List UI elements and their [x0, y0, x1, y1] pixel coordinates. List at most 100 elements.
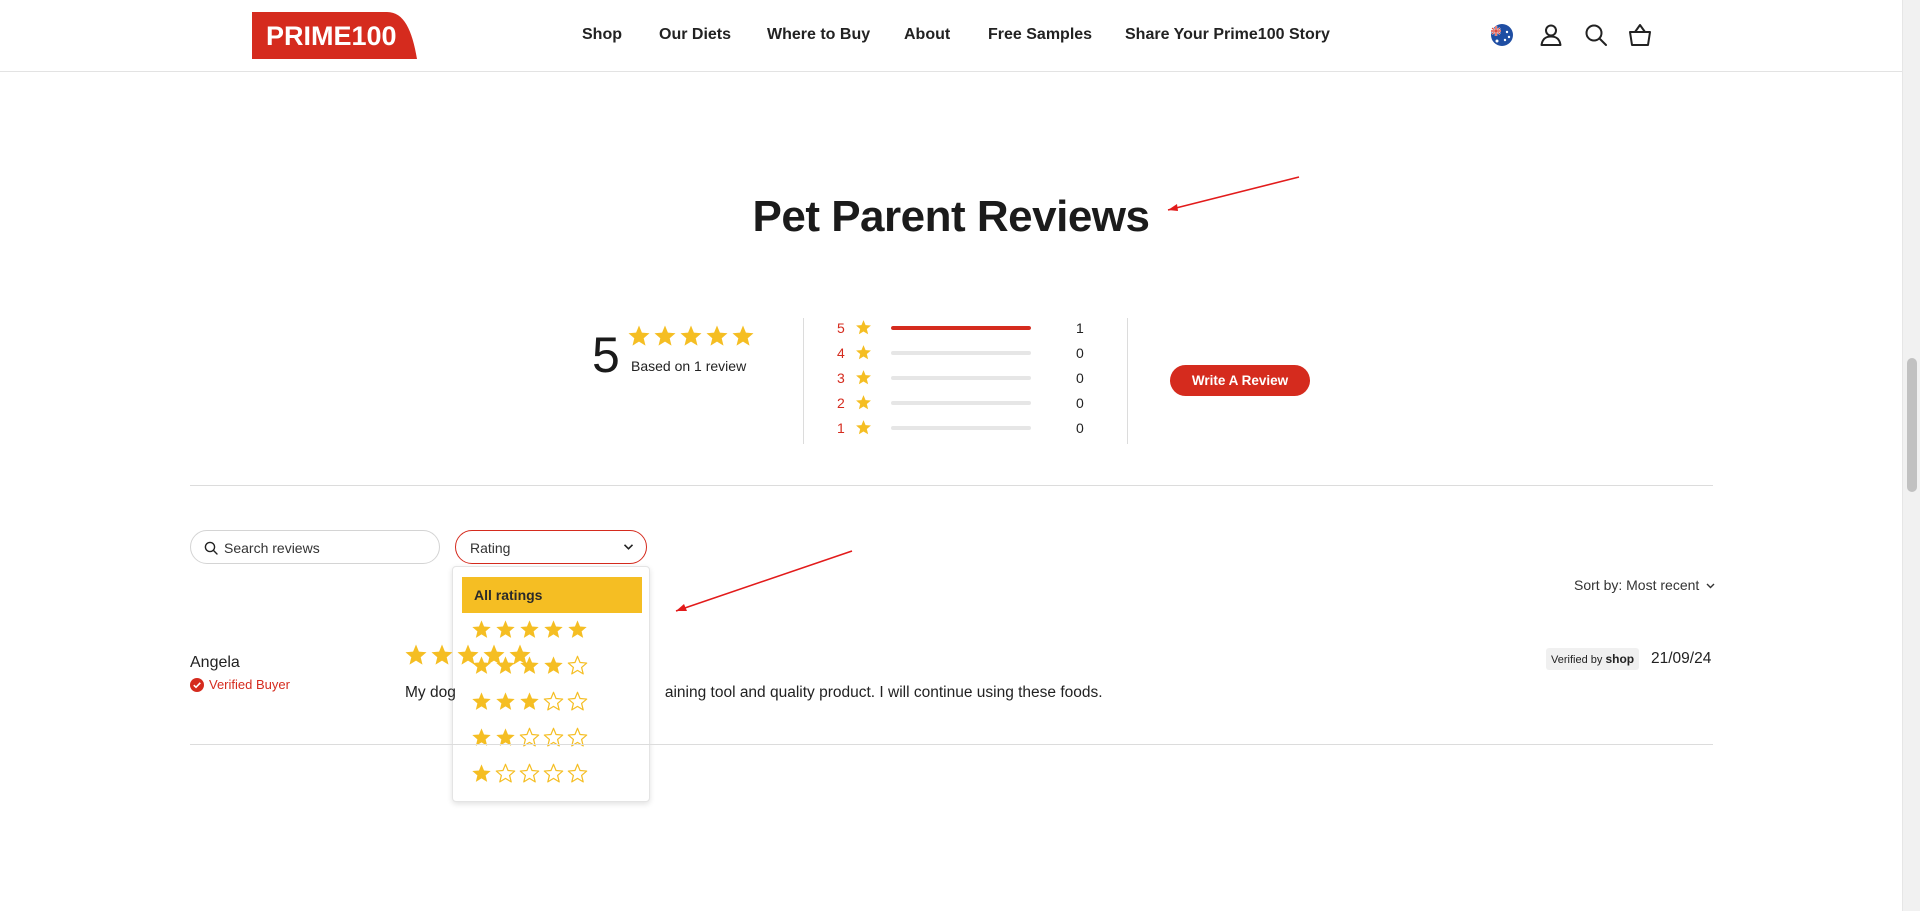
star-filled-icon [732, 325, 754, 346]
rating-option-5-stars[interactable] [471, 619, 631, 645]
nav-where-to-buy[interactable]: Where to Buy [767, 26, 870, 44]
star-filled-icon [856, 345, 871, 360]
summary-divider-left [803, 318, 804, 444]
chevron-down-icon [623, 544, 634, 550]
prime100-logo[interactable]: PRIME100 [252, 12, 417, 59]
nav-our-diets[interactable]: Our Diets [659, 26, 731, 44]
check-circle-icon [190, 678, 204, 692]
histogram-row-5[interactable]: 5 1 [837, 318, 1097, 338]
nav-shop[interactable]: Shop [582, 26, 622, 44]
histogram-count: 1 [1076, 320, 1084, 336]
star-empty-icon [567, 655, 588, 675]
star-filled-icon [509, 644, 531, 665]
histogram-bar [891, 326, 1031, 330]
histogram-bar-fill [891, 326, 1031, 330]
histogram-count: 0 [1076, 420, 1084, 436]
scrollbar-thumb[interactable] [1907, 358, 1917, 492]
histogram-bar [891, 426, 1031, 430]
histogram-row-3[interactable]: 3 0 [837, 368, 1097, 388]
star-filled-icon [431, 644, 453, 665]
summary-divider-right [1127, 318, 1128, 444]
write-review-button[interactable]: Write A Review [1170, 365, 1310, 396]
star-filled-icon [496, 620, 515, 638]
star-filled-icon [472, 764, 491, 782]
star-icon [855, 394, 872, 416]
histogram-bar [891, 401, 1031, 405]
sort-label: Sort by: [1574, 577, 1623, 593]
star-filled-icon [856, 320, 871, 335]
verified-by-label: Verified by [1551, 654, 1603, 666]
histogram-row-1[interactable]: 1 0 [837, 418, 1097, 438]
verified-by-shop-badge: Verified by shop [1546, 648, 1640, 670]
star-filled-icon [856, 370, 871, 385]
star-icon [855, 369, 872, 391]
nav-free-samples[interactable]: Free Samples [988, 26, 1092, 44]
search-icon[interactable] [1583, 22, 1609, 48]
review-body-start: My dog [405, 684, 456, 701]
rating-option-1-star[interactable] [471, 763, 631, 789]
star-filled-icon [544, 656, 563, 674]
histogram-star-number: 5 [837, 320, 845, 336]
search-reviews-input[interactable] [224, 537, 424, 559]
review-rating-stars [404, 643, 532, 672]
histogram-star-number: 1 [837, 420, 845, 436]
annotation-arrow-title [1167, 176, 1300, 211]
australia-flag-icon[interactable] [1489, 22, 1515, 48]
histogram-star-number: 4 [837, 345, 845, 361]
shop-logo-text: shop [1605, 652, 1635, 666]
rating-option-all[interactable]: All ratings [462, 577, 642, 613]
histogram-count: 0 [1076, 395, 1084, 411]
rating-option-2-stars[interactable] [471, 727, 631, 753]
section-divider [190, 485, 1713, 486]
histogram-count: 0 [1076, 345, 1084, 361]
review-body-end: aining tool and quality product. I will … [664, 684, 1103, 701]
page-title: Pet Parent Reviews [752, 192, 1150, 241]
star-empty-icon [567, 763, 588, 783]
site-header: PRIME100 Shop Our Diets Where to Buy Abo… [0, 0, 1902, 72]
star-filled-icon [483, 644, 505, 665]
sort-dropdown[interactable]: Sort by: Most recent [1574, 577, 1715, 593]
histogram-row-4[interactable]: 4 0 [837, 343, 1097, 363]
star-filled-icon [457, 644, 479, 665]
histogram-star-number: 2 [837, 395, 845, 411]
histogram-row-2[interactable]: 2 0 [837, 393, 1097, 413]
star-filled-icon [706, 325, 728, 346]
star-filled-icon [628, 325, 650, 346]
star-filled-icon [654, 325, 676, 346]
average-rating-stars [627, 324, 755, 353]
histogram-bar [891, 376, 1031, 380]
star-icon [855, 319, 872, 341]
nav-about[interactable]: About [904, 26, 950, 44]
review-divider [190, 744, 1713, 745]
review-count-text: Based on 1 review [631, 358, 747, 374]
histogram-star-number: 3 [837, 370, 845, 386]
star-filled-icon [520, 620, 539, 638]
search-icon [204, 541, 218, 555]
cart-icon[interactable] [1627, 22, 1653, 48]
star-filled-icon [544, 620, 563, 638]
review-date: 21/09/24 [1651, 650, 1712, 667]
logo-prime-text: PRIME100 [266, 21, 397, 51]
annotation-arrow-dropdown [675, 550, 853, 612]
verified-buyer-label: Verified Buyer [209, 677, 290, 692]
star-icon [855, 419, 872, 441]
star-filled-icon [856, 420, 871, 435]
star-filled-icon [856, 395, 871, 410]
rating-filter-select[interactable]: Rating [455, 530, 647, 564]
average-rating-value: 5 [592, 327, 620, 383]
search-reviews-field[interactable] [190, 530, 440, 564]
account-icon[interactable] [1538, 22, 1564, 48]
rating-filter-label: Rating [470, 540, 511, 556]
reviewer-name: Angela [190, 654, 240, 671]
star-empty-icon [519, 763, 540, 783]
star-filled-icon [680, 325, 702, 346]
nav-share-story[interactable]: Share Your Prime100 Story [1125, 26, 1330, 44]
star-empty-icon [543, 763, 564, 783]
review-body: My dog aining tool and quality product. I… [405, 684, 1103, 702]
star-filled-icon [472, 620, 491, 638]
sort-value: Most recent [1626, 577, 1700, 593]
page-scrollbar[interactable] [1902, 0, 1920, 911]
histogram-count: 0 [1076, 370, 1084, 386]
star-empty-icon [495, 763, 516, 783]
histogram-bar [891, 351, 1031, 355]
